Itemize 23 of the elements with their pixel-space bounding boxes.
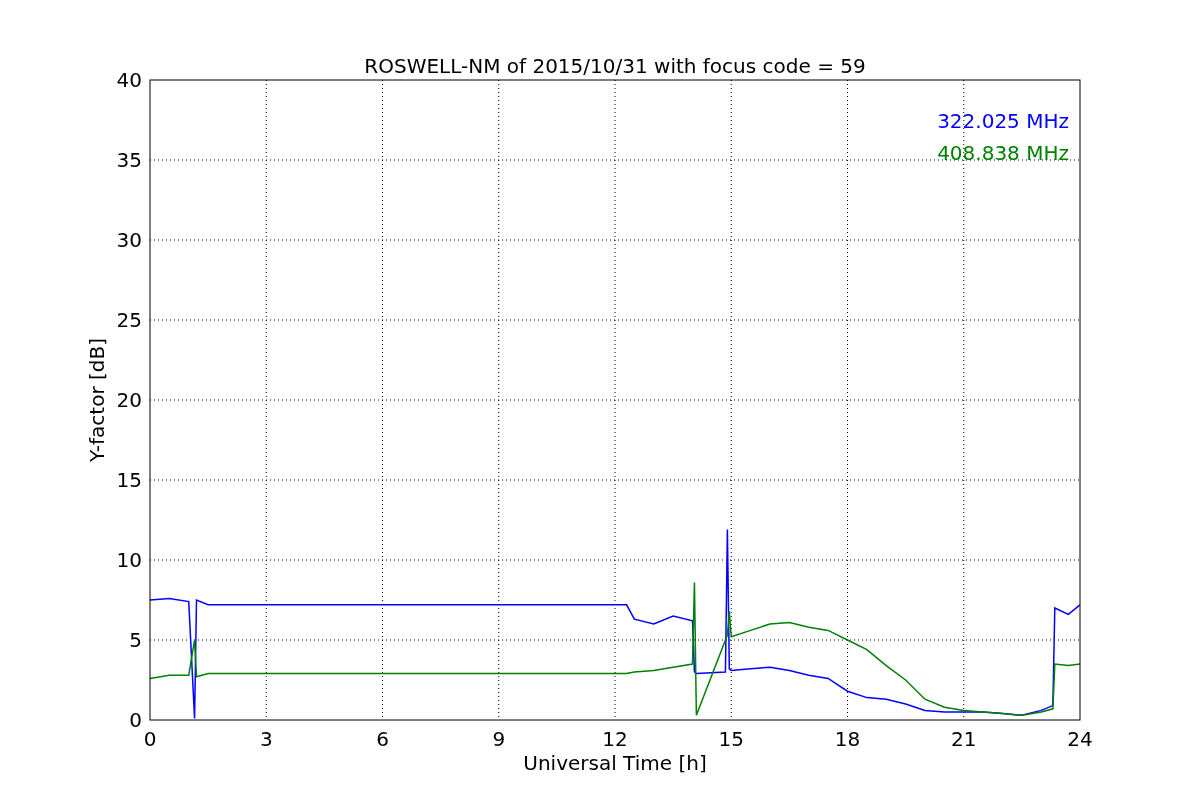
x-tick-label: 12 bbox=[602, 727, 628, 751]
y-tick-label: 25 bbox=[116, 308, 142, 332]
y-tick-label: 0 bbox=[129, 708, 142, 732]
x-tick-label: 24 bbox=[1067, 727, 1093, 751]
y-tick-label: 35 bbox=[116, 148, 142, 172]
x-tick-label: 6 bbox=[376, 727, 389, 751]
y-axis-label: Y-factor [dB] bbox=[85, 338, 109, 462]
chart-title: ROSWELL-NM of 2015/10/31 with focus code = 59 bbox=[364, 54, 866, 78]
y-tick-label: 20 bbox=[116, 388, 142, 412]
y-tick-label: 40 bbox=[116, 68, 142, 92]
series-label: 322.025 MHz bbox=[937, 109, 1069, 133]
x-tick-label: 9 bbox=[492, 727, 506, 751]
series-label: 408.838 MHz bbox=[937, 141, 1069, 165]
x-tick-label: 3 bbox=[259, 727, 273, 751]
x-axis-label: Universal Time [h] bbox=[523, 751, 707, 775]
y-tick-label: 30 bbox=[116, 228, 142, 252]
y-tick-label: 5 bbox=[129, 628, 142, 652]
x-tick-label: 15 bbox=[718, 727, 744, 751]
x-tick-label: 21 bbox=[951, 727, 977, 751]
y-tick-label: 15 bbox=[116, 468, 142, 492]
x-tick-label: 18 bbox=[834, 727, 861, 751]
x-tick-label: 0 bbox=[143, 727, 157, 751]
y-tick-label: 10 bbox=[116, 548, 142, 572]
